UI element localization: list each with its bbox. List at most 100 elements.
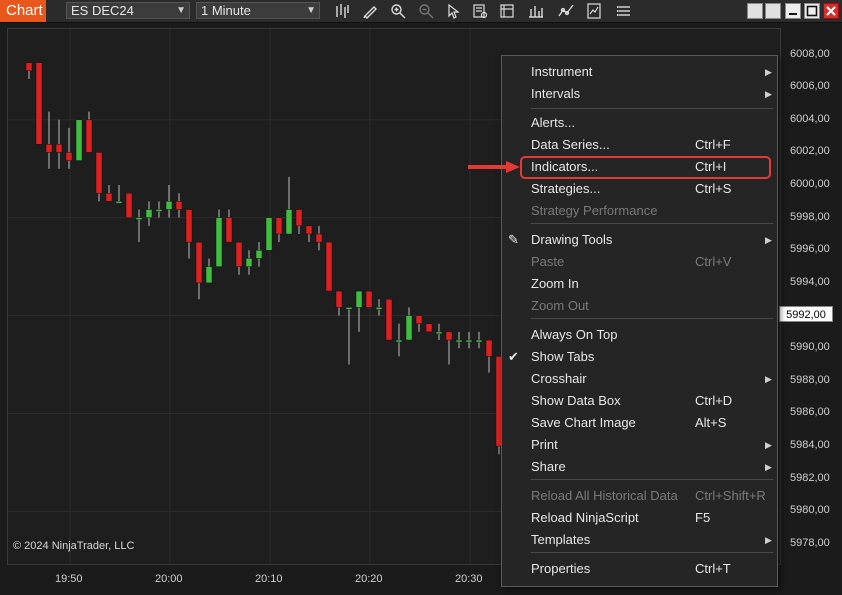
zoom-out-icon[interactable] [417, 2, 435, 20]
candle[interactable] [55, 119, 63, 169]
restore-icon[interactable] [747, 3, 763, 19]
candle[interactable] [425, 323, 433, 333]
candle[interactable] [235, 241, 243, 275]
candle[interactable] [305, 225, 313, 243]
candle[interactable] [365, 290, 373, 308]
window-title: Chart [0, 0, 46, 22]
data-box-icon[interactable] [471, 2, 489, 20]
zoom-in-icon[interactable] [389, 2, 407, 20]
menu-item-save-chart-image[interactable]: Save Chart Image Alt+S [502, 412, 777, 434]
chevron-right-icon: ▶ [765, 235, 772, 245]
menu-item-show-tabs[interactable]: ✔ Show Tabs [502, 346, 777, 368]
instrument-selector[interactable]: ES DEC24 ▼ [66, 2, 190, 19]
candle[interactable] [245, 250, 253, 275]
candle[interactable] [205, 258, 213, 284]
candle[interactable] [415, 315, 423, 332]
candle[interactable] [335, 290, 343, 316]
candle-body [245, 258, 253, 267]
candle[interactable] [435, 323, 443, 341]
candle[interactable] [295, 209, 303, 234]
bar-chart-icon[interactable] [527, 2, 545, 20]
pencil-icon[interactable] [361, 2, 379, 20]
candle-body [445, 331, 453, 341]
candle[interactable] [105, 185, 113, 202]
candle[interactable] [385, 299, 393, 341]
menu-item-label: Strategy Performance [531, 203, 658, 218]
candle[interactable] [225, 209, 233, 243]
candle[interactable] [375, 299, 383, 316]
candle[interactable] [115, 185, 123, 204]
candle-body [85, 119, 93, 153]
candle[interactable] [285, 176, 293, 235]
menu-item-instrument[interactable]: Instrument ▶ [502, 61, 777, 83]
menu-item-shortcut: Ctrl+V [695, 254, 732, 269]
menu-item-intervals[interactable]: Intervals ▶ [502, 83, 777, 105]
menu-item-templates[interactable]: Templates ▶ [502, 529, 777, 551]
candle[interactable] [215, 209, 223, 267]
menu-icon[interactable] [615, 2, 633, 20]
menu-item-strategies[interactable]: Strategies... Ctrl+S [502, 178, 777, 200]
menu-item-reload-ninjascript[interactable]: Reload NinjaScript F5 [502, 507, 777, 529]
candle[interactable] [455, 331, 463, 349]
menu-item-print[interactable]: Print ▶ [502, 434, 777, 456]
candle[interactable] [195, 241, 203, 300]
menu-item-crosshair[interactable]: Crosshair ▶ [502, 368, 777, 390]
candle[interactable] [125, 192, 133, 218]
price-tick-label: 5988,00 [790, 373, 830, 386]
menu-item-show-data-box[interactable]: Show Data Box Ctrl+D [502, 390, 777, 412]
candle[interactable] [65, 127, 73, 169]
menu-item-zoom-in[interactable]: Zoom In [502, 273, 777, 295]
candle[interactable] [75, 119, 83, 161]
close-icon[interactable] [823, 3, 839, 19]
candle[interactable] [355, 290, 363, 332]
time-tick-label: 20:30 [455, 573, 483, 585]
price-tick-label: 5996,00 [790, 243, 830, 256]
candle[interactable] [95, 152, 103, 202]
candle[interactable] [165, 185, 173, 218]
menu-item-drawing-tools[interactable]: ✎ Drawing Tools ▶ [502, 229, 777, 251]
bar-type-icon[interactable] [333, 2, 351, 20]
menu-separator [531, 479, 773, 480]
maximize-icon[interactable] [804, 3, 820, 19]
candle[interactable] [145, 201, 153, 226]
menu-item-paste: Paste Ctrl+V [502, 251, 777, 273]
candle[interactable] [325, 241, 333, 292]
properties-icon[interactable] [498, 2, 516, 20]
interval-selector[interactable]: 1 Minute ▼ [196, 2, 320, 19]
candle-body [455, 339, 463, 343]
candle[interactable] [155, 201, 163, 218]
candle[interactable] [265, 217, 273, 251]
candle[interactable] [185, 209, 193, 259]
menu-item-data-series[interactable]: Data Series... Ctrl+F [502, 134, 777, 156]
candle[interactable] [275, 217, 283, 243]
candle[interactable] [475, 331, 483, 349]
candle[interactable] [465, 331, 473, 349]
candle-body [175, 201, 183, 210]
candle-body [265, 217, 273, 251]
candle[interactable] [85, 111, 93, 153]
candle[interactable] [445, 331, 453, 365]
drawing-tools-icon[interactable] [557, 2, 575, 20]
candle[interactable] [25, 62, 33, 79]
candle[interactable] [405, 307, 413, 341]
menu-item-always-on-top[interactable]: Always On Top [502, 324, 777, 346]
strategy-icon[interactable] [585, 2, 603, 20]
candle[interactable] [35, 62, 43, 145]
candle[interactable] [255, 242, 263, 267]
candle-body [185, 209, 193, 243]
minimize-icon[interactable] [785, 3, 801, 19]
tile-icon[interactable] [765, 3, 781, 19]
menu-item-alerts[interactable]: Alerts... [502, 112, 777, 134]
candle[interactable] [175, 193, 183, 218]
pointer-icon[interactable] [444, 2, 462, 20]
candle-body [95, 152, 103, 194]
menu-item-properties[interactable]: Properties Ctrl+T [502, 558, 777, 580]
candle[interactable] [395, 323, 403, 357]
red-arrow-icon [468, 161, 520, 173]
candle[interactable] [135, 209, 143, 243]
price-axis[interactable]: 6008,00 6006,00 6004,00 6002,00 6000,00 5998,… [782, 28, 834, 565]
menu-item-share[interactable]: Share ▶ [502, 456, 777, 478]
menu-item-strategy-performance: Strategy Performance [502, 200, 777, 222]
candle[interactable] [485, 339, 493, 373]
candle[interactable] [315, 225, 323, 251]
